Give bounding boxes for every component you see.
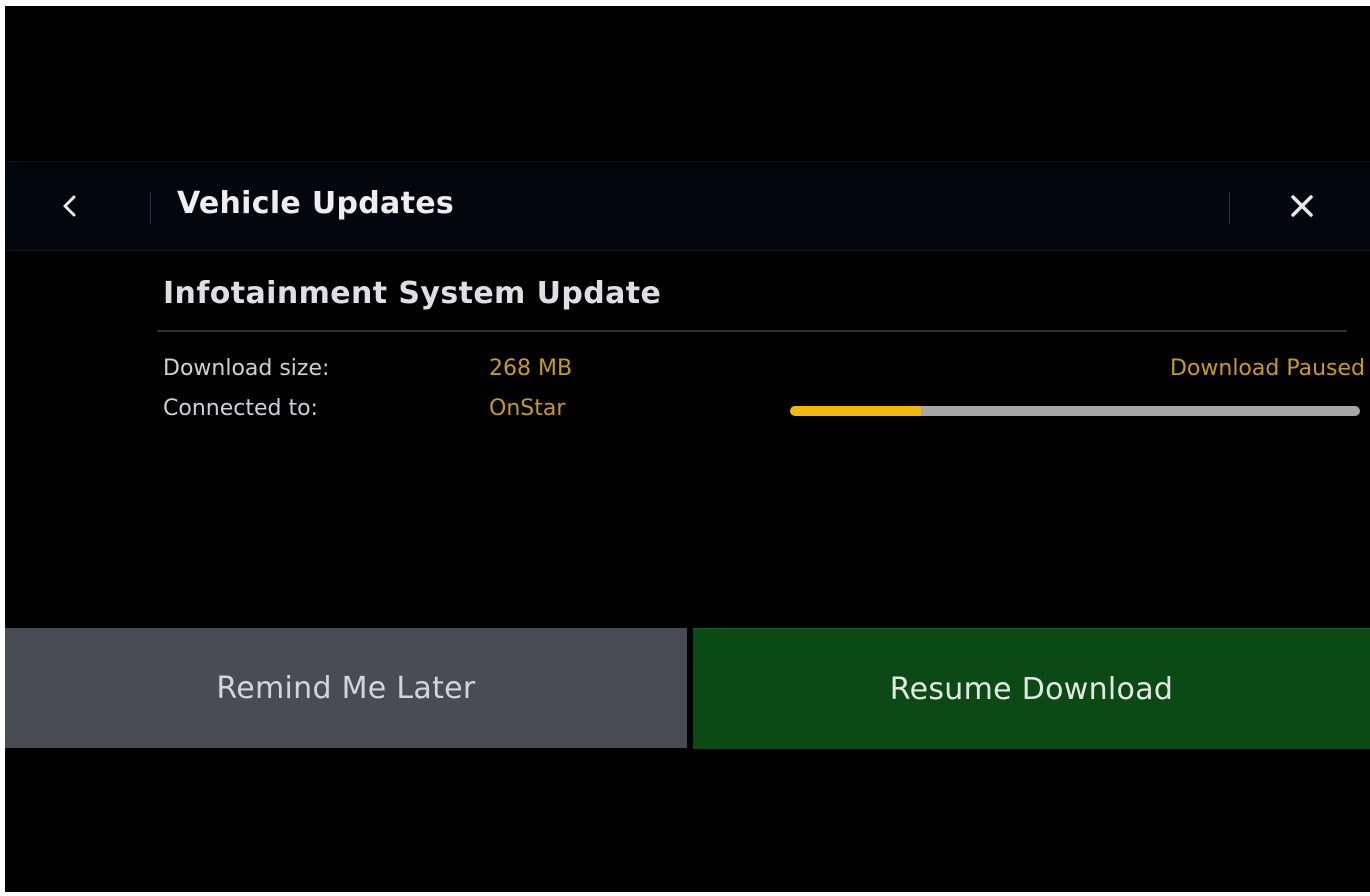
section-divider bbox=[157, 330, 1347, 332]
remind-me-later-button[interactable]: Remind Me Later bbox=[5, 628, 687, 748]
update-title: Infotainment System Update bbox=[163, 276, 662, 311]
connected-to-label: Connected to: bbox=[163, 396, 318, 421]
header-bar: Vehicle Updates bbox=[5, 161, 1370, 251]
connected-to-value: OnStar bbox=[489, 396, 566, 421]
download-progress-fill bbox=[790, 406, 922, 416]
close-icon bbox=[1291, 195, 1313, 217]
back-button[interactable] bbox=[35, 176, 105, 236]
download-progress-bar bbox=[790, 406, 1360, 416]
header-divider-left bbox=[150, 192, 151, 224]
download-status: Download Paused bbox=[1169, 356, 1365, 381]
header-divider-right bbox=[1229, 192, 1230, 224]
download-size-value: 268 MB bbox=[489, 356, 573, 381]
close-button[interactable] bbox=[1267, 176, 1337, 236]
screen: Vehicle Updates Infotainment System Upda… bbox=[0, 0, 1370, 896]
page-title: Vehicle Updates bbox=[177, 186, 455, 221]
chevron-left-icon bbox=[63, 195, 76, 217]
download-size-label: Download size: bbox=[163, 356, 330, 381]
infotainment-display: Vehicle Updates Infotainment System Upda… bbox=[5, 6, 1370, 892]
resume-download-button[interactable]: Resume Download bbox=[693, 628, 1370, 749]
